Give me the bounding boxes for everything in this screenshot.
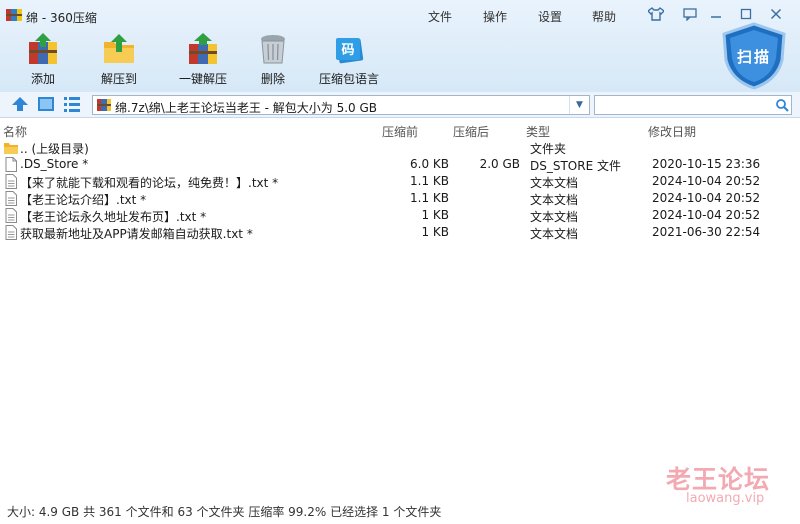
file-date: 2021-06-30 22:54 xyxy=(652,225,761,239)
file-name: 【老王论坛介绍】.txt * xyxy=(20,193,147,207)
file-date: 2020-10-15 23:36 xyxy=(652,157,761,171)
archive-language-button[interactable]: 码 压缩包语言 xyxy=(314,32,384,88)
file-date: 2024-10-04 20:52 xyxy=(652,191,761,205)
delete-button[interactable]: 删除 xyxy=(238,32,308,88)
search-box xyxy=(594,95,792,115)
status-bar: 大小: 4.9 GB 共 361 个文件和 63 个文件夹 压缩率 99.2% … xyxy=(7,505,442,519)
maximize-icon[interactable] xyxy=(736,5,756,23)
file-type: 文件夹 xyxy=(530,142,567,156)
menu-settings[interactable]: 设置 xyxy=(538,8,562,25)
path-dropdown-icon[interactable]: ▼ xyxy=(569,96,589,114)
menu-help[interactable]: 帮助 xyxy=(592,8,616,25)
svg-text:码: 码 xyxy=(341,43,354,58)
file-packed: 6.0 KB xyxy=(410,157,449,171)
column-modified[interactable]: 修改日期 xyxy=(648,123,696,140)
title-bar: 绵 - 360压缩 文件 操作 设置 帮助 xyxy=(0,0,800,32)
thumbnail-view-icon[interactable] xyxy=(36,95,56,113)
file-name: 【老王论坛永久地址发布页】.txt * xyxy=(20,210,207,224)
folder-up-icon xyxy=(4,143,18,154)
path-text: 绵.7z\绵\上老王论坛当老王 - 解包大小为 5.0 GB xyxy=(115,101,378,115)
file-row[interactable]: .DS_Store * 6.0 KB 2.0 GB DS_STORE 文件 20… xyxy=(0,156,800,173)
up-folder-icon[interactable] xyxy=(10,95,30,113)
add-archive-icon xyxy=(29,33,57,64)
file-name: .. (上级目录) xyxy=(20,142,89,156)
menu-operation[interactable]: 操作 xyxy=(483,8,507,25)
menu-file[interactable]: 文件 xyxy=(428,8,452,25)
extract-folder-icon xyxy=(104,34,134,63)
file-name: .DS_Store * xyxy=(20,157,89,171)
one-click-extract-icon xyxy=(189,33,217,64)
scan-label: 扫描 xyxy=(736,48,771,66)
minimize-icon[interactable] xyxy=(706,5,726,23)
address-bar: 绵.7z\绵\上老王论坛当老王 - 解包大小为 5.0 GB ▼ xyxy=(0,92,800,118)
search-input[interactable] xyxy=(598,97,768,113)
column-packed-size[interactable]: 压缩前 xyxy=(382,123,418,140)
scan-button[interactable]: 扫描 xyxy=(718,22,790,90)
file-date: 2024-10-04 20:52 xyxy=(652,174,761,188)
header: 绵 - 360压缩 文件 操作 设置 帮助 添加 解压到 一键解压 删除 码 压… xyxy=(0,0,800,92)
one-click-extract-label: 一键解压 xyxy=(178,72,227,86)
skin-icon[interactable] xyxy=(646,5,666,23)
add-label: 添加 xyxy=(30,72,55,86)
file-row[interactable]: 【老王论坛永久地址发布页】.txt * 1 KB 文本文档 2024-10-04… xyxy=(0,207,800,224)
file-packed: 1 KB xyxy=(421,208,449,222)
archive-language-label: 压缩包语言 xyxy=(318,72,379,86)
add-button[interactable]: 添加 xyxy=(8,32,78,88)
archive-icon xyxy=(97,99,111,111)
file-date: 2024-10-04 20:52 xyxy=(652,208,761,222)
column-type[interactable]: 类型 xyxy=(526,123,550,140)
column-header: 名称 压缩前 压缩后 类型 修改日期 xyxy=(0,120,800,140)
delete-label: 删除 xyxy=(260,72,285,86)
file-name: 获取最新地址及APP请发邮箱自动获取.txt * xyxy=(20,227,253,241)
file-packed: 1.1 KB xyxy=(410,174,449,188)
file-name: 【来了就能下载和观看的论坛，纯免费！】.txt * xyxy=(20,176,279,190)
text-file-icon xyxy=(5,174,17,189)
extract-to-label: 解压到 xyxy=(100,72,137,86)
extract-to-button[interactable]: 解压到 xyxy=(84,32,154,88)
file-row[interactable]: 【老王论坛介绍】.txt * 1.1 KB 文本文档 2024-10-04 20… xyxy=(0,190,800,207)
close-icon[interactable] xyxy=(766,5,786,23)
file-type: 文本文档 xyxy=(530,176,579,190)
file-row[interactable]: 【来了就能下载和观看的论坛，纯免费！】.txt * 1.1 KB 文本文档 20… xyxy=(0,173,800,190)
file-type: DS_STORE 文件 xyxy=(530,159,621,173)
search-icon[interactable] xyxy=(775,98,789,112)
text-file-icon xyxy=(5,208,17,223)
file-packed: 1.1 KB xyxy=(410,191,449,205)
column-name[interactable]: 名称 xyxy=(3,123,27,140)
file-type: 文本文档 xyxy=(530,227,579,241)
one-click-extract-button[interactable]: 一键解压 xyxy=(168,32,238,88)
file-row[interactable]: 获取最新地址及APP请发邮箱自动获取.txt * 1 KB 文本文档 2021-… xyxy=(0,224,800,241)
file-packed: 1 KB xyxy=(421,225,449,239)
file-size: 2.0 GB xyxy=(479,157,520,171)
file-type: 文本文档 xyxy=(530,193,579,207)
trash-icon xyxy=(261,35,285,64)
column-size[interactable]: 压缩后 xyxy=(453,123,489,140)
watermark-url: laowang.vip xyxy=(686,491,765,506)
path-field[interactable]: 绵.7z\绵\上老王论坛当老王 - 解包大小为 5.0 GB ▼ xyxy=(92,95,590,115)
app-icon xyxy=(6,9,22,21)
window-title: 绵 - 360压缩 xyxy=(26,11,97,25)
encoding-icon: 码 xyxy=(336,38,364,64)
file-type: 文本文档 xyxy=(530,210,579,224)
feedback-icon[interactable] xyxy=(680,5,700,23)
file-row-parent[interactable]: .. (上级目录) 文件夹 xyxy=(0,139,800,156)
text-file-icon xyxy=(5,225,17,240)
file-icon xyxy=(5,157,17,172)
list-view-icon[interactable] xyxy=(62,95,82,113)
text-file-icon xyxy=(5,191,17,206)
